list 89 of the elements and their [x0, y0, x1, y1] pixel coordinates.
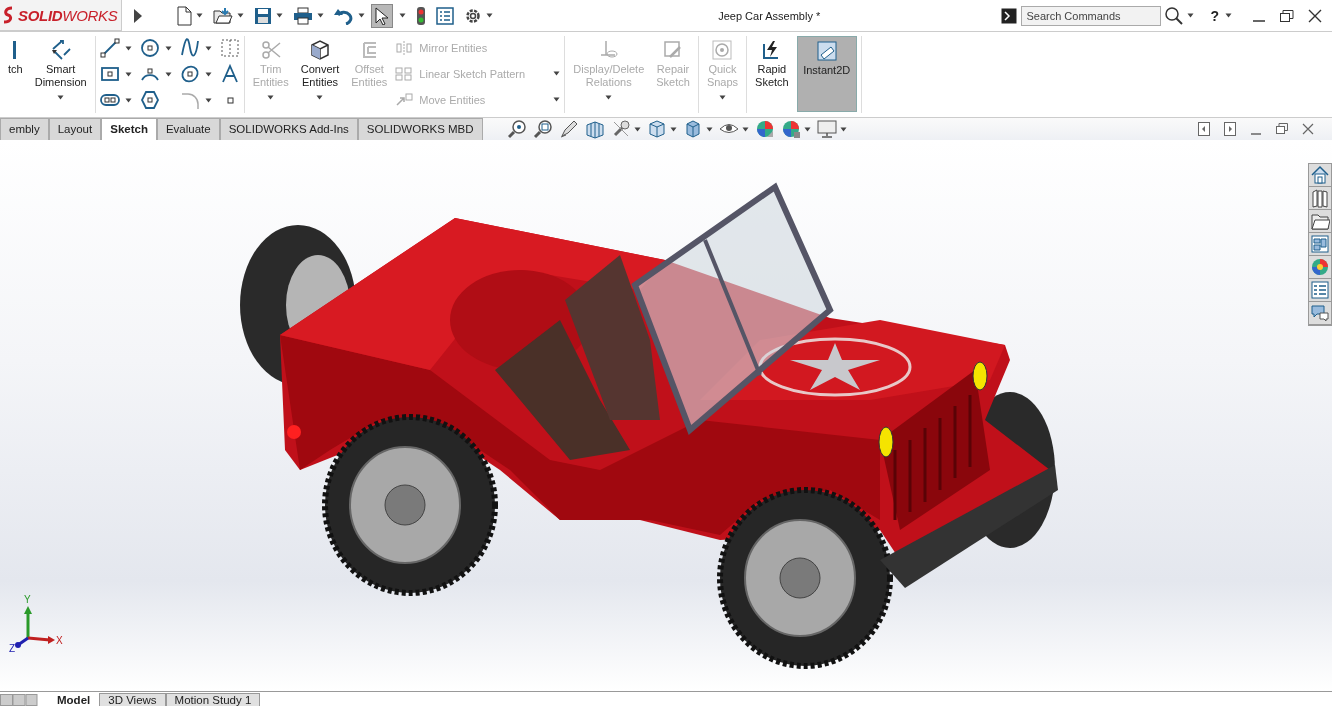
- caret-icon[interactable]: [196, 13, 203, 18]
- caret-icon[interactable]: [317, 13, 324, 18]
- move-icon: [395, 91, 414, 108]
- restore-icon[interactable]: [1276, 122, 1288, 136]
- tab[interactable]: Motion Study 1: [165, 693, 261, 706]
- caret-icon[interactable]: [124, 71, 132, 77]
- panel-left-icon[interactable]: [1198, 122, 1210, 136]
- panel-right-icon[interactable]: [1224, 122, 1236, 136]
- caret-icon[interactable]: [204, 45, 212, 51]
- list-icon[interactable]: [436, 6, 454, 25]
- caret-icon[interactable]: [204, 97, 212, 103]
- printer-icon[interactable]: [293, 6, 313, 25]
- trim-icon: [259, 39, 282, 61]
- caret-icon[interactable]: [316, 95, 324, 100]
- caret-icon[interactable]: [57, 95, 65, 100]
- caret-icon[interactable]: [124, 97, 132, 103]
- sketch-icon: [13, 39, 18, 61]
- text-letter-icon[interactable]: [219, 64, 240, 84]
- caret-icon[interactable]: [669, 126, 677, 132]
- ribbon-button[interactable]: Instant2D: [796, 36, 857, 112]
- tab[interactable]: Sketch: [101, 117, 157, 140]
- command-prompt-icon: [1001, 7, 1018, 24]
- magnifier-icon[interactable]: [532, 119, 553, 139]
- tab[interactable]: embly: [0, 117, 49, 140]
- caret-icon[interactable]: [633, 126, 641, 132]
- speech-bubbles-icon[interactable]: [1310, 303, 1330, 323]
- house-icon[interactable]: [1310, 165, 1330, 185]
- ribbon-button[interactable]: Convert Entities: [296, 36, 344, 112]
- expand-arrow-icon[interactable]: [134, 8, 142, 23]
- caret-icon[interactable]: [358, 13, 365, 18]
- ellipse-icon[interactable]: [179, 64, 200, 84]
- ribbon-button[interactable]: Smart Dimension: [30, 36, 91, 112]
- new-file-icon[interactable]: [176, 5, 192, 26]
- ribbon-button[interactable]: Rapid Sketch: [751, 36, 793, 112]
- restore-icon[interactable]: [1280, 8, 1294, 23]
- caret-icon[interactable]: [164, 45, 172, 51]
- tab[interactable]: 3D Views: [99, 693, 166, 706]
- help-button[interactable]: ?: [1208, 7, 1221, 24]
- caret-icon[interactable]: [741, 126, 749, 132]
- layout-icon[interactable]: [1310, 234, 1330, 254]
- list-icon[interactable]: [1310, 280, 1330, 300]
- logo-text: SOLIDWORKS: [18, 6, 118, 24]
- rectangle-icon[interactable]: [99, 64, 120, 84]
- y-axis-label: Y: [24, 594, 31, 605]
- caret-icon[interactable]: [1225, 13, 1232, 18]
- close-icon[interactable]: [1302, 122, 1314, 136]
- books-icon[interactable]: [1310, 188, 1330, 208]
- caret-icon[interactable]: [204, 71, 212, 77]
- stacked-sheets-icon[interactable]: [584, 119, 605, 139]
- snap-icon: [711, 39, 734, 61]
- caret-icon[interactable]: [1187, 13, 1195, 18]
- open-folder-icon[interactable]: [213, 6, 233, 25]
- monitor-icon[interactable]: [816, 119, 837, 139]
- color-sphere-icon[interactable]: [754, 119, 775, 139]
- polygon-icon[interactable]: [139, 90, 160, 110]
- caret-icon[interactable]: [237, 13, 244, 18]
- caret-icon[interactable]: [803, 126, 811, 132]
- magnifier-icon[interactable]: [506, 119, 527, 139]
- tab[interactable]: SOLIDWORKS Add-Ins: [219, 117, 358, 140]
- folder-icon[interactable]: [1310, 211, 1330, 231]
- color-sphere-icon[interactable]: [1310, 257, 1330, 277]
- traffic-light-icon[interactable]: [416, 5, 426, 26]
- ribbon-button[interactable]: tch: [4, 36, 27, 112]
- cube-icon[interactable]: [646, 119, 667, 139]
- pencil-icon[interactable]: [558, 119, 579, 139]
- cube-icon: [309, 39, 331, 61]
- logo-icon: [2, 6, 14, 24]
- line-icon[interactable]: [99, 38, 120, 58]
- gear-icon[interactable]: [464, 6, 482, 25]
- mirror-icon: [395, 39, 414, 56]
- window-title: Jeep Car Assembly *: [717, 9, 822, 22]
- caret-icon[interactable]: [705, 126, 713, 132]
- close-icon[interactable]: [1308, 8, 1322, 23]
- circle-icon[interactable]: [139, 38, 160, 58]
- caret-icon[interactable]: [399, 13, 406, 18]
- caret-icon[interactable]: [164, 71, 172, 77]
- caret-icon[interactable]: [276, 13, 283, 18]
- x-axis-label: X: [56, 635, 63, 646]
- caret-icon[interactable]: [486, 13, 493, 18]
- caret-icon[interactable]: [839, 126, 847, 132]
- search-field[interactable]: Search Commands: [1021, 5, 1162, 26]
- dimension-arrow-icon: [49, 39, 72, 61]
- color-sphere-icon[interactable]: [780, 119, 801, 139]
- search-icon[interactable]: [1165, 6, 1184, 25]
- axis-triad-drawing: [15, 606, 55, 648]
- z-axis-label: Z: [9, 643, 16, 654]
- caret-icon[interactable]: [124, 45, 132, 51]
- spline-icon[interactable]: [179, 38, 200, 58]
- pattern-icon: [395, 65, 414, 82]
